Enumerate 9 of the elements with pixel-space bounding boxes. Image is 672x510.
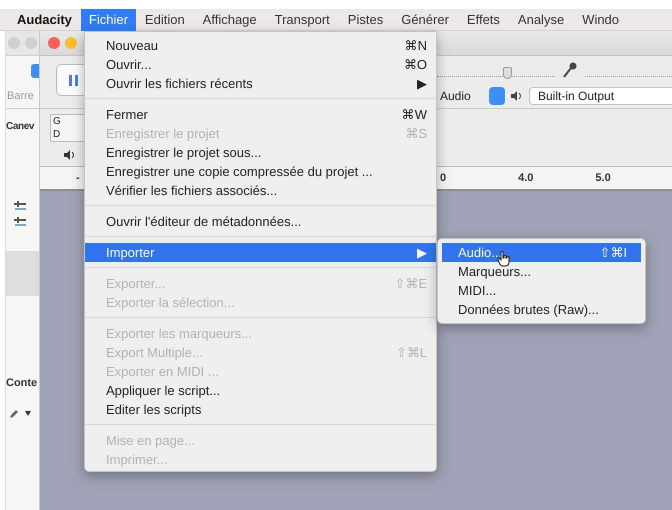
ruler-label: 0 (440, 172, 446, 184)
ruler-label: 5.0 (595, 172, 611, 184)
ruler-label: 4.0 (518, 172, 534, 184)
toolbar-label: Canev (6, 121, 34, 132)
meter-channel-label: G (52, 115, 62, 128)
ruler-label: - (76, 172, 80, 184)
toolbar-label: Barre (7, 90, 34, 102)
toolbar-label: Conte (6, 377, 38, 389)
meter-channel-label: D (52, 128, 62, 141)
